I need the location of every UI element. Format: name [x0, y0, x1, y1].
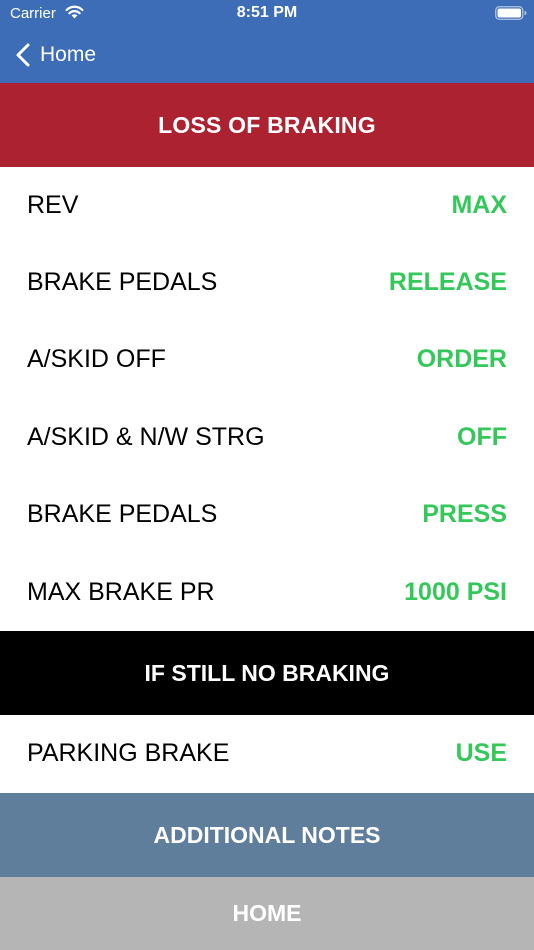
step-action: OFF: [457, 423, 507, 451]
navigation-bar: Carrier 8:51 PM Home: [0, 0, 534, 83]
checklist-row: A/SKID & N/W STRG OFF: [0, 399, 534, 476]
step-action: 1000 PSI: [404, 578, 507, 606]
home-button[interactable]: HOME: [0, 877, 534, 950]
checklist-row: REV MAX: [0, 167, 534, 244]
checklist-title: LOSS OF BRAKING: [0, 83, 534, 167]
status-bar: Carrier 8:51 PM: [0, 0, 534, 28]
step-action: PRESS: [422, 500, 507, 528]
checklist-row: MAX BRAKE PR 1000 PSI: [0, 554, 534, 631]
step-label: PARKING BRAKE: [27, 739, 230, 767]
checklist-row: BRAKE PEDALS PRESS: [0, 476, 534, 553]
section-subheader: IF STILL NO BRAKING: [0, 631, 534, 715]
step-label: MAX BRAKE PR: [27, 578, 215, 606]
step-action: USE: [455, 739, 507, 767]
back-label: Home: [40, 43, 97, 66]
checklist-row: BRAKE PEDALS RELEASE: [0, 244, 534, 321]
checklist-row: PARKING BRAKE USE: [0, 715, 534, 792]
step-label: A/SKID & N/W STRG: [27, 423, 265, 451]
battery-icon: [495, 6, 527, 20]
checklist-row: A/SKID OFF ORDER: [0, 321, 534, 398]
step-action: ORDER: [416, 345, 507, 373]
step-label: BRAKE PEDALS: [27, 500, 218, 528]
step-action: RELEASE: [388, 268, 507, 296]
additional-notes-button[interactable]: ADDITIONAL NOTES: [0, 793, 534, 877]
step-label: REV: [27, 191, 79, 219]
step-label: A/SKID OFF: [27, 345, 166, 373]
status-time: 8:51 PM: [236, 4, 298, 21]
step-label: BRAKE PEDALS: [27, 268, 218, 296]
back-button[interactable]: Home: [14, 40, 96, 70]
step-action: MAX: [451, 191, 507, 219]
chevron-left-icon: [16, 43, 30, 67]
